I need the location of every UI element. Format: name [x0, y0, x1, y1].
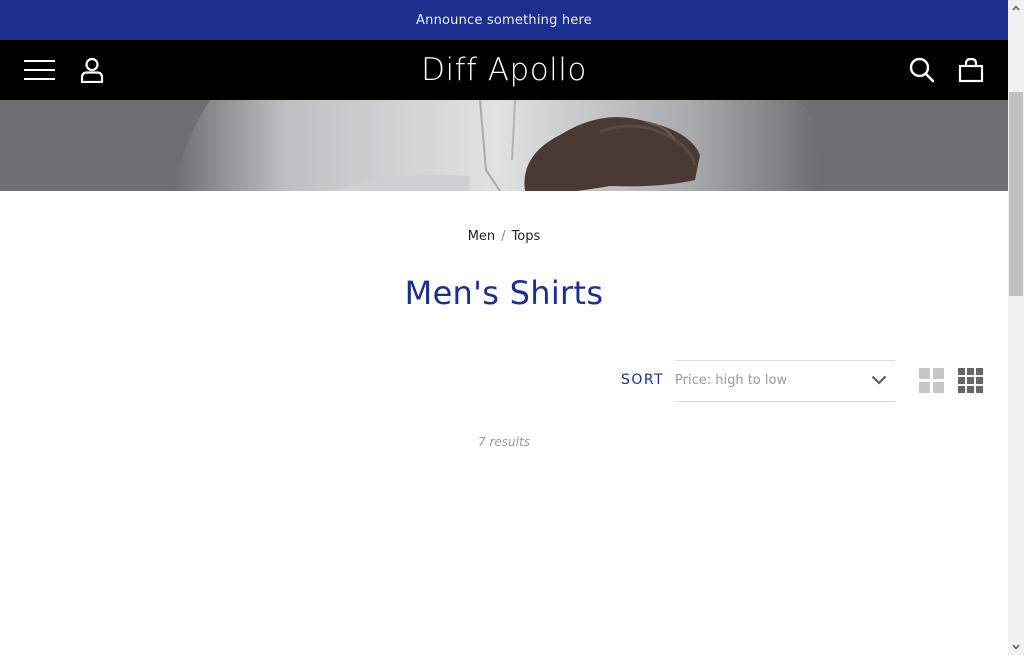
- page: Announce something here Diff Apollo Men …: [0, 0, 1008, 655]
- scroll-down-arrow-icon[interactable]: [1012, 643, 1020, 651]
- sort-selected-value[interactable]: Price: high to low: [675, 373, 787, 388]
- hamburger-menu-icon: [24, 60, 55, 80]
- account-icon: [80, 57, 104, 83]
- results-count: 7 results: [478, 435, 530, 449]
- breadcrumb: Men / Tops: [0, 226, 1008, 246]
- menu-button[interactable]: [24, 55, 56, 85]
- collection-hero-image: [0, 100, 1008, 191]
- chevron-down-icon[interactable]: [871, 374, 887, 386]
- announcement-text[interactable]: Announce something here: [416, 13, 592, 28]
- shopping-bag-icon: [958, 57, 984, 83]
- hero-shirt-photo: [0, 100, 1008, 191]
- breadcrumb-separator: /: [501, 228, 506, 244]
- search-icon: [909, 57, 935, 83]
- grid-2-columns-icon: [919, 368, 944, 393]
- vertical-scrollbar[interactable]: [1008, 0, 1024, 655]
- site-header: Diff Apollo: [0, 40, 1008, 100]
- breadcrumb-link-tops[interactable]: Tops: [512, 229, 541, 244]
- grid-2-columns-button[interactable]: [919, 368, 945, 394]
- brand-logo-area: Diff Apollo: [0, 40, 1008, 100]
- brand-name[interactable]: Diff Apollo: [421, 52, 587, 88]
- page-title: Men's Shirts: [404, 274, 604, 312]
- scrollbar-thumb[interactable]: [1009, 92, 1023, 296]
- grid-3-columns-icon: [958, 368, 983, 393]
- breadcrumb-link-men[interactable]: Men: [468, 229, 495, 244]
- grid-3-columns-button[interactable]: [958, 368, 984, 394]
- announcement-bar[interactable]: Announce something here: [0, 0, 1008, 40]
- sort-label: SORT: [621, 372, 665, 388]
- search-button[interactable]: [906, 55, 938, 85]
- sort-dropdown[interactable]: Price: high to low: [675, 360, 895, 402]
- account-button[interactable]: [76, 55, 108, 85]
- cart-button[interactable]: [955, 55, 987, 85]
- scroll-up-arrow-icon[interactable]: [1012, 4, 1020, 12]
